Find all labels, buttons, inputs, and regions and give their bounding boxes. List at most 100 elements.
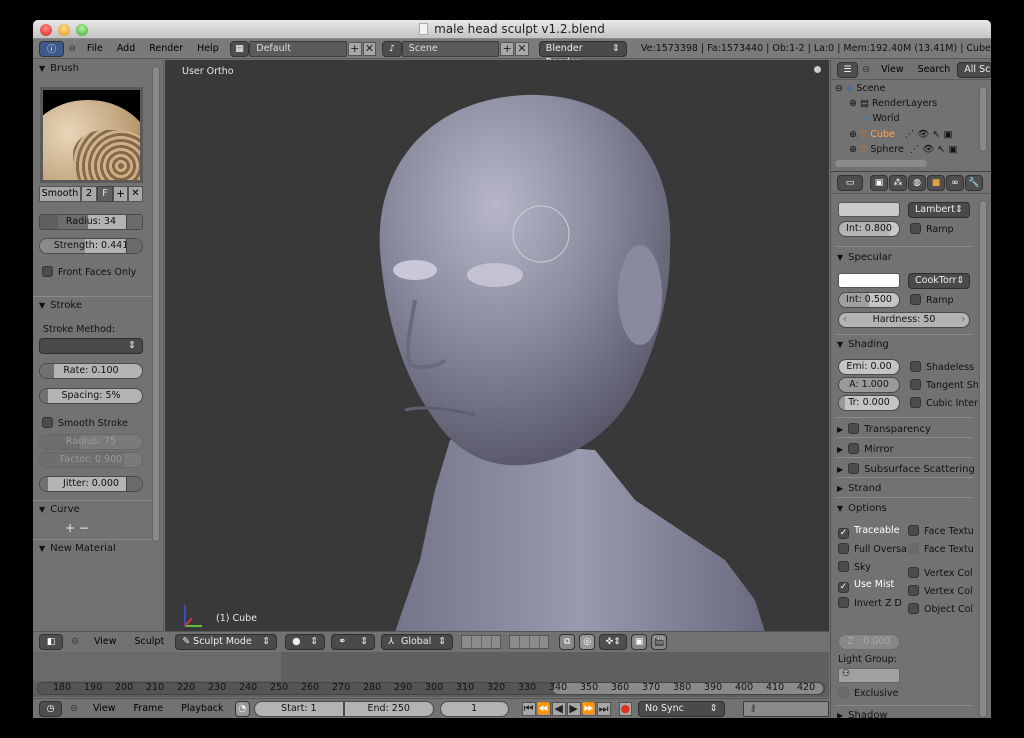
- menu-add[interactable]: Add: [110, 43, 142, 54]
- current-frame-field[interactable]: 1: [439, 700, 509, 717]
- outliner-hscrollbar[interactable]: [835, 160, 927, 167]
- lock-layers-icon[interactable]: ⧉: [559, 633, 576, 650]
- spacing-slider[interactable]: Spacing: 5%: [39, 388, 143, 404]
- layer-buttons-group-1[interactable]: [461, 634, 502, 649]
- properties-scrollbar[interactable]: [979, 200, 987, 718]
- remove-screen-button[interactable]: ✕: [362, 41, 377, 56]
- outliner-item-cube[interactable]: ⊕ ▽ Cube ⋰ 👁 ↖ ▣: [849, 129, 952, 140]
- left-option-checkbox[interactable]: Sky: [838, 561, 871, 573]
- collapse-menu-icon[interactable]: ⊖: [70, 703, 78, 714]
- editor-type-info-icon[interactable]: ⓘ: [39, 40, 65, 57]
- left-option-checkbox[interactable]: Invert Z D: [838, 597, 902, 609]
- screen-layout-icon[interactable]: ▦: [229, 40, 250, 57]
- specular-ramp-checkbox[interactable]: Ramp: [910, 294, 954, 306]
- decrement-arrow-icon[interactable]: ‹: [843, 313, 847, 327]
- strand-panel-header[interactable]: ▶ Strand: [837, 483, 881, 494]
- tab-constraints-icon[interactable]: ∞: [946, 174, 964, 191]
- play-reverse-button[interactable]: ◀: [551, 701, 566, 716]
- fake-user-button[interactable]: F: [97, 186, 113, 202]
- radius-pressure-icon[interactable]: [126, 215, 142, 229]
- tab-scene-icon[interactable]: ⁂: [889, 174, 907, 191]
- proportional-edit-icon[interactable]: ◎: [579, 633, 596, 650]
- diffuse-shader-select[interactable]: Lambert ⇕: [908, 202, 970, 218]
- restrict-icons[interactable]: ⋰ 👁 ↖ ▣: [905, 129, 953, 140]
- mirror-enable-checkbox[interactable]: [848, 443, 860, 454]
- curve-add-point-button[interactable]: +: [65, 521, 75, 535]
- viewport-shading-select[interactable]: ● ⇕: [285, 633, 326, 650]
- menu-view[interactable]: View: [87, 636, 124, 647]
- play-button[interactable]: ▶: [566, 701, 581, 716]
- sss-panel-header[interactable]: ▶ Subsurface Scattering: [837, 463, 975, 475]
- expand-toggle-icon[interactable]: ⊕: [849, 129, 860, 140]
- timeline-editor[interactable]: 180 190 200 210 220 230 240 250 260 270 280 290 300 3…: [33, 652, 829, 697]
- tangent-shading-checkbox[interactable]: Tangent Sh: [910, 379, 979, 391]
- tool-shelf-scrollbar[interactable]: [152, 66, 160, 542]
- pivot-point-select[interactable]: ⚭ ⇕: [331, 633, 376, 650]
- editor-type-timeline-icon[interactable]: ◷: [39, 700, 63, 717]
- radius-slider[interactable]: Radius: 34: [39, 214, 143, 230]
- shading-panel-header[interactable]: ▼ Shading: [837, 339, 889, 350]
- specular-shader-select[interactable]: CookTorr ⇕: [908, 273, 970, 289]
- add-scene-button[interactable]: +: [500, 41, 515, 56]
- shadow-panel-header[interactable]: ▶ Shadow: [837, 710, 888, 718]
- mirror-panel-header[interactable]: ▶ Mirror: [837, 443, 894, 455]
- jump-next-keyframe-button[interactable]: ⏩: [581, 701, 596, 716]
- brush-panel-header[interactable]: ▼ Brush: [33, 60, 163, 78]
- transparency-enable-checkbox[interactable]: [848, 423, 860, 434]
- menu-view[interactable]: View: [86, 703, 123, 714]
- restrict-icons[interactable]: ⋰ 👁 ↖ ▣: [910, 144, 958, 155]
- render-engine-select[interactable]: Blender Render ⇕: [538, 40, 627, 68]
- curve-remove-point-button[interactable]: −: [79, 521, 89, 535]
- tab-modifiers-icon[interactable]: 🔧: [965, 174, 983, 191]
- emit-slider[interactable]: Emi: 0.00: [838, 359, 900, 375]
- smooth-stroke-checkbox[interactable]: Smooth Stroke: [42, 417, 128, 429]
- stroke-method-select[interactable]: ⇕: [39, 338, 143, 354]
- diffuse-ramp-checkbox[interactable]: Ramp: [910, 223, 954, 235]
- expand-toggle-icon[interactable]: ⊕: [849, 98, 860, 109]
- options-panel-header[interactable]: ▼ Options: [837, 503, 887, 514]
- render-still-icon[interactable]: ▣: [631, 633, 648, 650]
- outliner-item-sphere[interactable]: ⊕ ▽ Sphere ⋰ 👁 ↖ ▣: [849, 144, 957, 155]
- expand-toggle-icon[interactable]: ⊕: [849, 144, 860, 155]
- editor-type-properties-icon[interactable]: ▭: [837, 174, 863, 191]
- scene-field[interactable]: Scene: [401, 40, 500, 57]
- unlink-brush-button[interactable]: ✕: [128, 186, 143, 202]
- collapse-menu-icon[interactable]: ⊖: [68, 44, 76, 54]
- right-option-checkbox[interactable]: Object Col: [908, 603, 973, 615]
- 3d-viewport[interactable]: User Ortho (1) Cube: [165, 60, 829, 632]
- brush-preview[interactable]: [40, 87, 143, 183]
- shadeless-checkbox[interactable]: Shadeless: [910, 361, 974, 373]
- right-option-checkbox[interactable]: Vertex Col: [908, 567, 973, 579]
- jitter-slider[interactable]: Jitter: 0.000: [39, 476, 143, 492]
- jump-start-button[interactable]: ⏮: [521, 701, 536, 716]
- jitter-pressure-icon[interactable]: [126, 477, 142, 491]
- translucency-slider[interactable]: Tr: 0.000: [838, 395, 900, 411]
- brush-users-count[interactable]: 2: [81, 186, 97, 202]
- hardness-slider[interactable]: ‹ Hardness: 50 ›: [838, 312, 970, 328]
- collapse-menu-icon[interactable]: ⊖: [862, 64, 870, 75]
- start-frame-field[interactable]: Start: 1: [253, 700, 344, 717]
- left-option-checkbox[interactable]: ✓ Traceable: [838, 525, 900, 539]
- menu-render[interactable]: Render: [142, 43, 190, 54]
- new-brush-button[interactable]: +: [113, 186, 128, 202]
- collapse-menu-icon[interactable]: ⊖: [71, 636, 79, 647]
- jump-end-button[interactable]: ⏭: [596, 701, 611, 716]
- sss-enable-checkbox[interactable]: [848, 463, 860, 474]
- stroke-panel-header[interactable]: ▼ Stroke: [33, 296, 153, 314]
- auto-keyframe-record-button[interactable]: ●: [618, 701, 633, 716]
- remove-scene-button[interactable]: ✕: [515, 41, 529, 56]
- tab-world-icon[interactable]: ◍: [908, 174, 926, 191]
- tab-object-icon[interactable]: ■: [927, 174, 945, 191]
- specular-color-swatch[interactable]: [838, 273, 900, 288]
- menu-help[interactable]: Help: [190, 43, 226, 54]
- right-option-checkbox[interactable]: Face Textu: [908, 525, 974, 537]
- menu-frame[interactable]: Frame: [127, 703, 171, 714]
- menu-playback[interactable]: Playback: [174, 703, 230, 714]
- minimize-window-button[interactable]: [58, 24, 70, 36]
- snap-element-select[interactable]: ✜⇕: [599, 633, 628, 650]
- editor-type-3dview-icon[interactable]: ◧: [39, 633, 63, 650]
- strength-pressure-icon[interactable]: [126, 239, 142, 253]
- menu-sculpt[interactable]: Sculpt: [128, 636, 172, 647]
- diffuse-intensity-slider[interactable]: Int: 0.800: [838, 221, 900, 237]
- end-frame-field[interactable]: End: 250: [343, 700, 434, 717]
